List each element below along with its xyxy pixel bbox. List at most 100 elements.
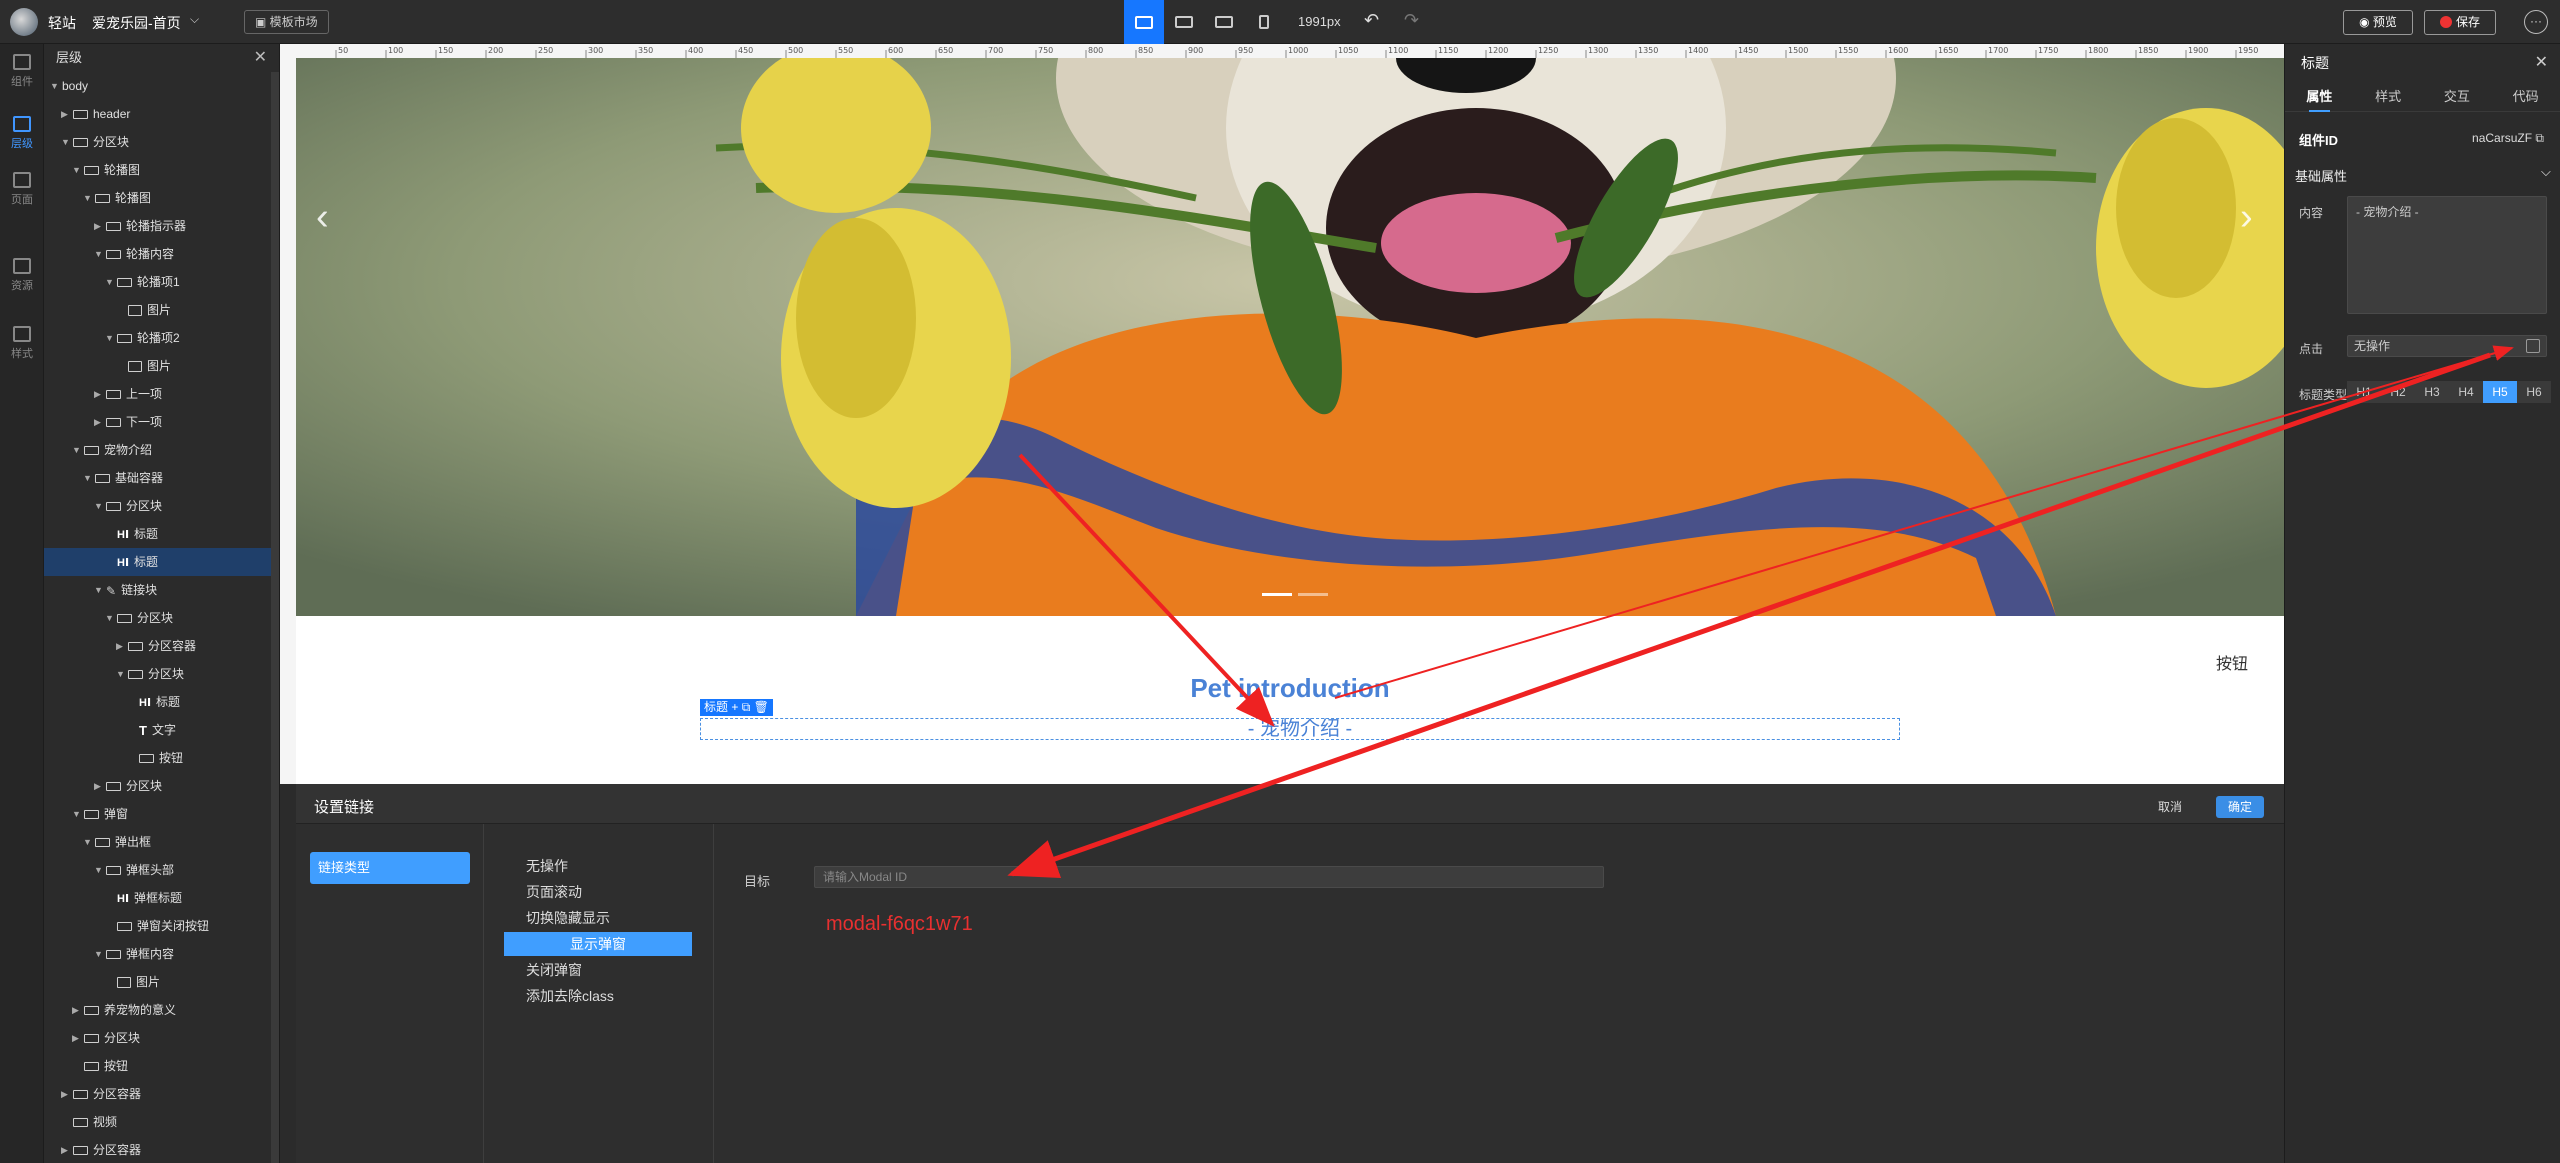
caret-down-icon[interactable]: ▼ (72, 436, 81, 464)
option-none[interactable]: 无操作 (504, 854, 692, 878)
heading-h5[interactable]: H5 (2483, 381, 2517, 403)
layer-row[interactable]: ▼ 分区块 (44, 660, 279, 688)
carousel-prev-icon[interactable]: ‹ (316, 196, 329, 239)
undo-icon[interactable]: ↶ (1364, 10, 1379, 31)
option-page-scroll[interactable]: 页面滚动 (504, 880, 692, 904)
design-canvas[interactable]: ‹ › Pet introduction 标题 + ⧉ 🗑 - 宠物介绍 - 按… (296, 58, 2284, 784)
layer-row[interactable]: ▼ 分区块 (44, 128, 279, 156)
caret-down-icon[interactable]: ▼ (105, 604, 114, 632)
layer-row[interactable]: 图片 (44, 352, 279, 380)
caret-down-icon[interactable]: ▼ (116, 660, 125, 688)
caret-down-icon[interactable]: ▼ (83, 828, 92, 856)
caret-down-icon[interactable]: ▼ (61, 128, 70, 156)
caret-down-icon[interactable]: ▼ (94, 492, 103, 520)
option-toggle-class[interactable]: 添加去除class (504, 984, 692, 1008)
caret-right-icon[interactable]: ▶ (94, 772, 101, 800)
tab-interaction[interactable]: 交互 (2423, 82, 2492, 111)
canvas-button[interactable]: 按钮 (2216, 650, 2248, 674)
caret-down-icon[interactable]: ▼ (83, 184, 92, 212)
caret-right-icon[interactable]: ▶ (94, 408, 101, 436)
layer-row[interactable]: ▶ 分区容器 (44, 632, 279, 660)
caret-right-icon[interactable]: ▶ (61, 1136, 68, 1163)
layer-row[interactable]: 图片 (44, 296, 279, 324)
layer-row[interactable]: ▶ 分区容器 (44, 1136, 279, 1163)
basic-props-section[interactable]: 基础属性 (2295, 166, 2347, 185)
carousel-dot[interactable] (1262, 593, 1292, 596)
modal-id-input[interactable]: 请输入Modal ID (814, 866, 1604, 888)
pet-intro-title[interactable]: Pet introduction (296, 673, 2284, 704)
more-icon[interactable]: ··· (2524, 10, 2548, 34)
layer-row[interactable]: ▼ 轮播图 (44, 156, 279, 184)
option-toggle-visibility[interactable]: 切换隐藏显示 (504, 906, 692, 930)
layer-row[interactable]: 按钮 (44, 1052, 279, 1080)
tab-code[interactable]: 代码 (2491, 82, 2560, 111)
option-show-modal[interactable]: 显示弹窗 (504, 932, 692, 956)
layer-row[interactable]: ▶ 分区块 (44, 1024, 279, 1052)
caret-down-icon[interactable]: ▼ (72, 156, 81, 184)
click-action-input[interactable]: 无操作 (2347, 335, 2547, 357)
redo-icon[interactable]: ↷ (1404, 10, 1419, 31)
delete-icon[interactable]: 🗑 (754, 700, 769, 714)
layer-row[interactable]: 按钮 (44, 744, 279, 772)
carousel-next-icon[interactable]: › (2240, 196, 2253, 239)
layer-row[interactable]: ▶ 轮播指示器 (44, 212, 279, 240)
layer-row[interactable]: ▼ 弹窗 (44, 800, 279, 828)
layer-row[interactable]: 视频 (44, 1108, 279, 1136)
layer-row[interactable]: 弹窗关闭按钮 (44, 912, 279, 940)
cancel-button[interactable]: 取消 (2158, 798, 2182, 815)
layer-row[interactable]: T 文字 (44, 716, 279, 744)
copy-icon[interactable]: ⧉ (2535, 131, 2544, 145)
chevron-down-icon[interactable]: ⌵ (190, 12, 199, 27)
tablet-device-button[interactable] (1204, 0, 1244, 44)
layer-row[interactable]: HⅠ 标题 (44, 520, 279, 548)
layers-scrollbar[interactable] (271, 72, 279, 1163)
caret-right-icon[interactable]: ▶ (94, 212, 101, 240)
layer-row[interactable]: HⅠ 标题 (44, 688, 279, 716)
heading-h6[interactable]: H6 (2517, 381, 2551, 403)
add-icon[interactable]: + (731, 700, 738, 714)
layer-row[interactable]: 图片 (44, 968, 279, 996)
layer-row[interactable]: ▼ 弹框内容 (44, 940, 279, 968)
rail-assets[interactable]: 资源 (0, 258, 44, 293)
caret-down-icon[interactable]: ▼ (94, 856, 103, 884)
layer-row[interactable]: ▼ 分区块 (44, 604, 279, 632)
layer-row[interactable]: ▶ 下一项 (44, 408, 279, 436)
tab-properties[interactable]: 属性 (2285, 82, 2354, 112)
component-id-value[interactable]: naCarsuZF ⧉ (2472, 131, 2544, 146)
layer-row[interactable]: ▼ 轮播图 (44, 184, 279, 212)
layer-row[interactable]: ▶ 分区块 (44, 772, 279, 800)
close-icon[interactable]: ✕ (2535, 44, 2548, 82)
rail-style[interactable]: 样式 (0, 326, 44, 361)
project-selector[interactable]: 爱宠乐园-首页 (92, 13, 181, 33)
close-icon[interactable]: ✕ (254, 44, 267, 72)
layer-row[interactable]: ▼ 轮播项2 (44, 324, 279, 352)
desktop-device-button[interactable] (1124, 0, 1164, 44)
mobile-device-button[interactable] (1244, 0, 1284, 44)
caret-right-icon[interactable]: ▶ (94, 380, 101, 408)
layer-row[interactable]: ▼ 基础容器 (44, 464, 279, 492)
layer-row[interactable]: ▼ 分区块 (44, 492, 279, 520)
layer-row[interactable]: ▼ 轮播内容 (44, 240, 279, 268)
rail-layers[interactable]: 层级 (0, 116, 44, 151)
layer-row[interactable]: ▼ ✎ 链接块 (44, 576, 279, 604)
heading-h2[interactable]: H2 (2381, 381, 2415, 403)
confirm-button[interactable]: 确定 (2216, 796, 2264, 818)
caret-down-icon[interactable]: ▼ (105, 268, 114, 296)
layer-row[interactable]: ▼ 轮播项1 (44, 268, 279, 296)
caret-right-icon[interactable]: ▶ (72, 1024, 79, 1052)
layer-row[interactable]: ▼ 弹框头部 (44, 856, 279, 884)
carousel-hero-image[interactable]: ‹ › (296, 58, 2284, 616)
layer-row[interactable]: HⅠ 弹框标题 (44, 884, 279, 912)
pet-intro-subtitle-selected[interactable]: - 宠物介绍 - (700, 718, 1900, 740)
caret-down-icon[interactable]: ▼ (50, 72, 59, 100)
layer-row[interactable]: HⅠ 标题 (44, 548, 279, 576)
caret-right-icon[interactable]: ▶ (61, 100, 68, 128)
template-market-button[interactable]: ▣ 模板市场 (244, 10, 329, 34)
tab-link-type[interactable]: 链接类型 (310, 852, 470, 884)
layer-row[interactable]: ▶ 上一项 (44, 380, 279, 408)
chevron-down-icon[interactable]: ⌵ (2541, 164, 2551, 180)
caret-down-icon[interactable]: ▼ (94, 940, 103, 968)
canvas-width-label[interactable]: 1991px (1298, 14, 1341, 29)
heading-h1[interactable]: H1 (2347, 381, 2381, 403)
heading-h4[interactable]: H4 (2449, 381, 2483, 403)
